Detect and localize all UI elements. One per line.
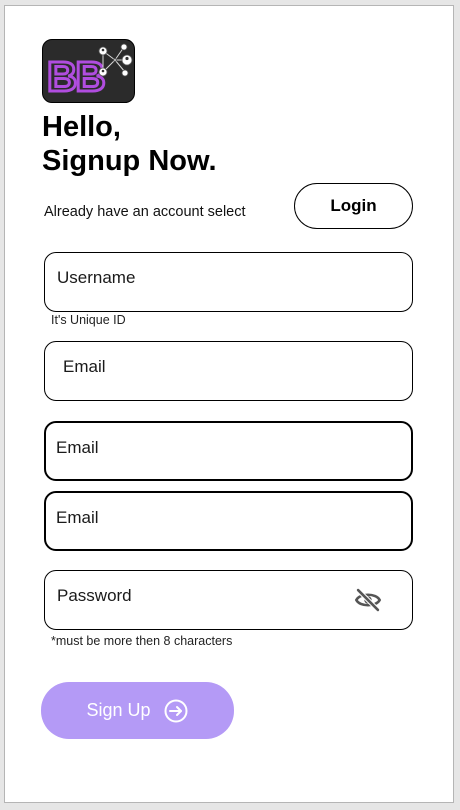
eye-off-icon[interactable] bbox=[354, 586, 382, 614]
page-title: Hello, Signup Now. bbox=[42, 110, 217, 178]
username-field[interactable]: Username bbox=[44, 252, 413, 312]
network-people-icon bbox=[98, 43, 133, 77]
email-field-3[interactable]: Email bbox=[44, 491, 413, 551]
username-hint: It's Unique ID bbox=[51, 313, 126, 327]
account-prompt: Already have an account select bbox=[44, 204, 246, 220]
signup-label: Sign Up bbox=[86, 700, 151, 720]
email-placeholder: Email bbox=[63, 357, 106, 376]
email-placeholder-3: Email bbox=[56, 508, 99, 527]
arrow-right-circle-icon bbox=[164, 699, 188, 722]
login-button[interactable]: Login bbox=[294, 183, 413, 229]
email-field[interactable]: Email bbox=[44, 341, 413, 401]
password-hint: *must be more then 8 characters bbox=[51, 634, 233, 648]
title-line-2: Signup Now. bbox=[42, 145, 217, 177]
email-placeholder-2: Email bbox=[56, 438, 99, 457]
signup-button[interactable]: Sign Up bbox=[41, 682, 234, 739]
title-line-1: Hello, bbox=[42, 111, 121, 143]
password-placeholder: Password bbox=[57, 586, 132, 605]
username-placeholder: Username bbox=[57, 268, 136, 287]
app-logo: BB bbox=[42, 39, 135, 103]
email-field-2[interactable]: Email bbox=[44, 421, 413, 481]
password-field[interactable]: Password bbox=[44, 570, 413, 630]
